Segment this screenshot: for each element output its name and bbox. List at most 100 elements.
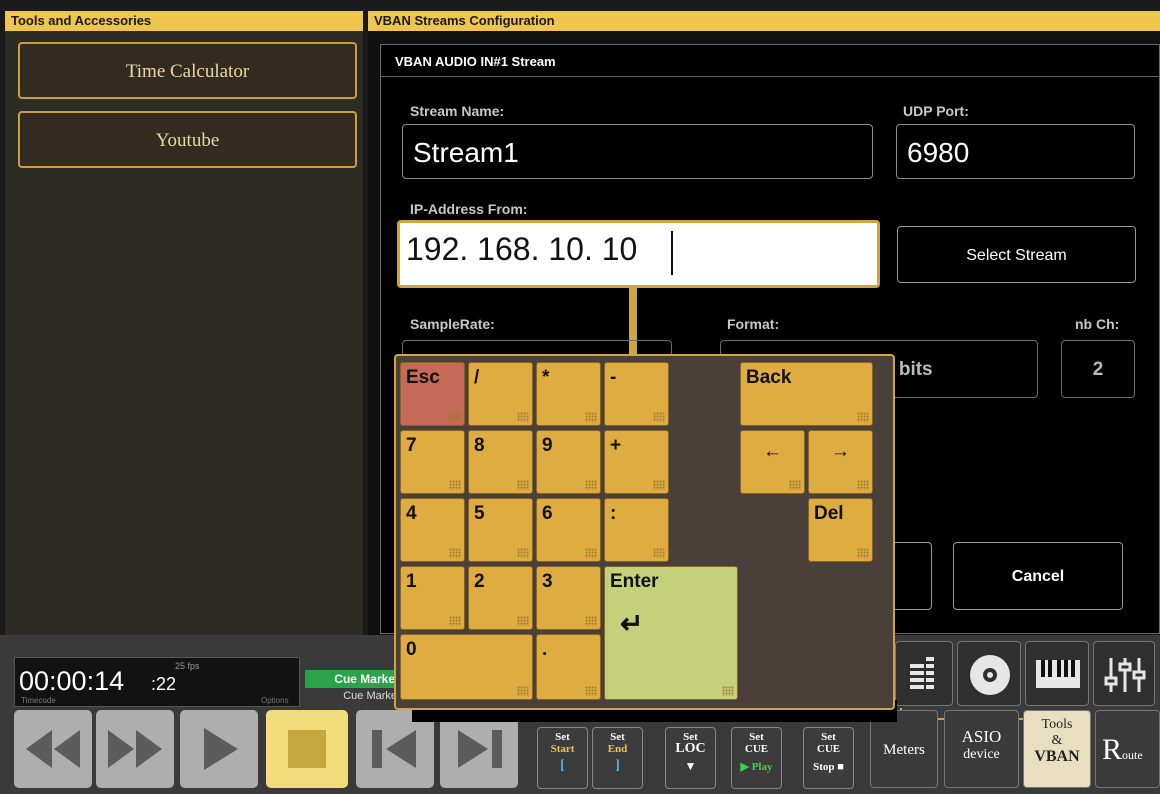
stream-name-field[interactable]: Stream1 [402,124,873,179]
key-grip [857,412,869,422]
mixer-icon [1104,658,1146,692]
rewind-button[interactable] [14,710,92,788]
key-esc-label: Esc [406,367,440,388]
keyboard-view-button[interactable] [1025,641,1089,706]
route-page-button[interactable]: Route [1095,710,1160,788]
vban-label: VBAN [1034,748,1080,765]
key-0[interactable]: 0 [400,634,533,700]
stop-icon [288,730,326,768]
route-initial: R [1102,733,1123,766]
ip-address-label: IP-Address From: [410,201,528,217]
cue-marker-sub: Cue Marke [343,690,397,702]
udp-port-label: UDP Port: [903,103,969,119]
youtube-button[interactable]: Youtube [18,111,357,168]
udp-port-field[interactable]: 6980 [896,124,1135,179]
play-icon [204,728,238,770]
key-grip [449,480,461,490]
set-cue-stop-l3: Stop ■ [813,761,844,773]
key-plus[interactable]: + [604,430,669,494]
set-cue-stop-l2: CUE [816,743,841,755]
set-loc-l3: ▼ [684,759,697,773]
key-enter-label: Enter [610,571,659,592]
key-8[interactable]: 8 [468,430,533,494]
key-del-label: Del [814,503,844,524]
key-6-label: 6 [542,503,553,524]
key-grip [517,616,529,626]
select-stream-button[interactable]: Select Stream [897,226,1136,283]
stream-name-label: Stream Name: [410,103,505,119]
key-colon-label: : [610,503,617,524]
meter-view-button[interactable] [895,641,953,706]
set-cue-play-l1: Set [749,731,764,743]
options-caption[interactable]: Options [261,696,289,705]
key-grip [653,480,665,490]
ip-address-field[interactable]: 192. 168. 10. 10 [406,231,637,268]
mixer-view-button[interactable] [1093,641,1155,706]
samplerate-label: SampleRate: [410,316,495,332]
stop-button[interactable] [266,710,348,788]
asio-device-page-button[interactable]: ASIO device [944,710,1019,788]
meter-icon [910,657,934,689]
key-slash-label: / [474,367,480,388]
key-minus[interactable]: - [604,362,669,426]
key-slash[interactable]: / [468,362,533,426]
key-7[interactable]: 7 [400,430,465,494]
key-esc[interactable]: Esc [400,362,465,426]
key-5[interactable]: 5 [468,498,533,562]
fps-label: 25 fps [175,661,200,671]
key-grip [449,412,461,422]
keyboard-icon [1036,660,1080,688]
key-9-label: 9 [542,435,553,456]
key-del[interactable]: Del [808,498,873,562]
amp-label: & [1051,733,1063,748]
cancel-button[interactable]: Cancel [953,542,1123,610]
set-cue-play-button[interactable]: Set CUE ▶ Play [731,727,782,789]
dialog-title: VBAN AUDIO IN#1 Stream [381,45,1159,77]
key-3[interactable]: 3 [536,566,601,630]
time-calculator-button[interactable]: Time Calculator [18,42,357,99]
play-button[interactable] [180,710,258,788]
ip-address-frame: 192. 168. 10. 10 [397,220,880,288]
key-grip [653,412,665,422]
key-star[interactable]: * [536,362,601,426]
set-start-button[interactable]: Set Start [ [537,727,588,789]
nb-ch-field[interactable]: 2 [1061,340,1135,398]
key-grip [789,480,801,490]
key-9[interactable]: 9 [536,430,601,494]
set-cue-stop-button[interactable]: Set CUE Stop ■ [803,727,854,789]
key-grip [585,412,597,422]
asio-label: ASIO [961,727,1002,746]
key-back-label: Back [746,367,792,388]
disc-view-button[interactable] [957,641,1021,706]
key-back[interactable]: Back [740,362,873,426]
nb-ch-label: nb Ch: [1075,316,1120,332]
key-1[interactable]: 1 [400,566,465,630]
set-end-l1: Set [610,731,625,743]
set-loc-button[interactable]: Set LOC ▼ [665,727,716,789]
key-2[interactable]: 2 [468,566,533,630]
set-start-l1: Set [555,731,570,743]
rewind-icon [26,730,80,768]
key-enter[interactable]: Enter ↵ [604,566,738,700]
key-right-arrow[interactable]: → [808,430,873,494]
key-grip [857,480,869,490]
set-cue-play-l3: ▶ Play [740,761,773,773]
text-cursor [671,231,673,275]
key-6[interactable]: 6 [536,498,601,562]
key-grip [585,616,597,626]
key-grip [517,548,529,558]
key-left-arrow[interactable]: ← [740,430,805,494]
key-8-label: 8 [474,435,485,456]
key-2-label: 2 [474,571,485,592]
key-dot-label: . [542,639,548,660]
fast-forward-button[interactable] [96,710,174,788]
key-grip [722,686,734,696]
key-colon[interactable]: : [604,498,669,562]
key-grip [857,548,869,558]
key-4[interactable]: 4 [400,498,465,562]
set-end-button[interactable]: Set End ] [592,727,643,789]
device-label: device [963,747,1000,762]
key-dot[interactable]: . [536,634,601,700]
key-grip [517,412,529,422]
tools-vban-page-button[interactable]: Tools & VBAN [1023,710,1091,788]
